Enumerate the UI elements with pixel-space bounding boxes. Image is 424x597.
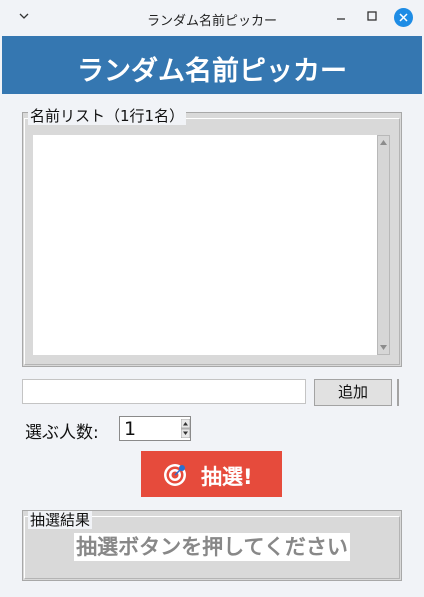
window-titlebar: ランダム名前ピッカー [0, 0, 424, 36]
close-icon [399, 13, 408, 22]
result-placeholder: 抽選ボタンを押してください [74, 533, 350, 561]
draw-button[interactable]: 抽選! [141, 451, 282, 497]
name-list-scrollbar[interactable] [377, 135, 390, 355]
close-button[interactable] [394, 8, 413, 27]
count-value[interactable]: 1 [124, 418, 136, 440]
add-button[interactable]: 追加 [314, 379, 392, 406]
maximize-icon[interactable] [365, 9, 379, 23]
target-icon [164, 464, 186, 486]
window-title: ランダム名前ピッカー [146, 14, 277, 29]
minimize-icon[interactable] [334, 9, 348, 23]
count-spinbox[interactable]: 1 [119, 416, 191, 441]
app-header: ランダム名前ピッカー [2, 36, 422, 94]
draw-label: 抽選! [201, 465, 253, 489]
name-list-legend: 名前リスト（1行1名） [28, 107, 187, 125]
result-display: 抽選ボタンを押してください [23, 531, 401, 561]
name-input[interactable] [22, 379, 306, 404]
scroll-down-icon[interactable] [379, 343, 388, 352]
name-list-textarea[interactable] [33, 135, 377, 355]
result-legend: 抽選結果 [28, 511, 93, 529]
count-label: 選ぶ人数: [25, 423, 99, 443]
add-button-edge [397, 379, 399, 406]
header-title: ランダム名前ピッカー [77, 56, 347, 87]
scroll-up-icon[interactable] [379, 138, 388, 147]
spin-arrows-icon[interactable] [181, 419, 190, 438]
